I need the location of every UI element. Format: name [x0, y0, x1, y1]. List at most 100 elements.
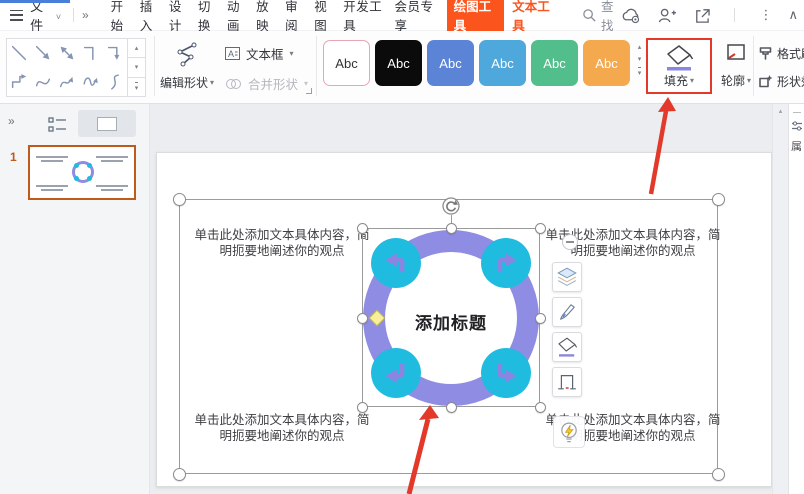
chevron-down-icon: ▾: [210, 78, 214, 87]
collapse-floating-toolbar-button[interactable]: [562, 234, 578, 250]
resize-handle-middle-left[interactable]: [357, 313, 368, 324]
resize-handle-top-right[interactable]: [535, 223, 546, 234]
menu-tab[interactable]: 设计: [169, 0, 191, 34]
shape-effects-icon: [758, 74, 773, 89]
quick-fill-button[interactable]: [552, 332, 582, 362]
diagonal-line-icon[interactable]: [7, 39, 31, 68]
outline-view-icon[interactable]: [47, 115, 68, 134]
style-scroll-down-button[interactable]: ▾: [638, 55, 642, 63]
search-control[interactable]: 查找: [582, 0, 620, 34]
gallery-scroll-up-button[interactable]: ▴: [127, 38, 146, 58]
file-caret-icon[interactable]: ˅: [56, 12, 61, 22]
shape-effects-button[interactable]: 形状效果 ▾: [758, 70, 804, 92]
shape-style-preset[interactable]: Abc: [427, 40, 474, 86]
menu-tab[interactable]: 开发工具: [343, 0, 387, 34]
curved-s-arrow-icon[interactable]: [79, 68, 103, 97]
merge-shapes-label: 合并形状: [248, 74, 298, 93]
hamburger-menu-icon[interactable]: [10, 10, 23, 21]
menu-tab[interactable]: 审阅: [285, 0, 307, 34]
resize-handle-bottom-left[interactable]: [357, 402, 368, 413]
edit-shape-button[interactable]: 编辑形状 ▾: [156, 38, 218, 98]
wps-presentation-window: 文件 ˅ » 开始插入设计切换动画放映审阅视图开发工具会员专享 绘图工具 文本工…: [0, 0, 804, 494]
smart-tip-button[interactable]: [553, 416, 585, 448]
style-scroll-up-button[interactable]: ▴: [638, 43, 642, 51]
resize-handle-middle-right[interactable]: [535, 313, 546, 324]
slide-number: 1: [10, 150, 17, 164]
shape-inner-selection-box[interactable]: [362, 228, 540, 407]
chevron-down-icon: ▾: [290, 49, 294, 58]
menu-tab[interactable]: 放映: [256, 0, 278, 34]
file-menu-button[interactable]: 文件: [30, 0, 53, 34]
search-label: 查找: [601, 0, 620, 34]
slide-view-button[interactable]: [78, 110, 136, 137]
invite-collaborator-icon[interactable]: [657, 7, 677, 24]
resize-handle-bottom-center[interactable]: [446, 402, 457, 413]
properties-icon[interactable]: [791, 120, 803, 132]
cloud-sync-icon[interactable]: [620, 7, 641, 24]
diagonal-double-arrow-icon[interactable]: [55, 39, 79, 68]
scroll-up-icon[interactable]: ▴: [779, 108, 783, 115]
merge-shapes-button-disabled[interactable]: 合并形状 ▾: [224, 74, 308, 93]
chevron-down-icon: ▾: [304, 79, 308, 88]
tab-text-tools[interactable]: 文本工具: [512, 0, 556, 34]
outline-button[interactable]: 轮廓 ▾: [714, 40, 758, 89]
text-box-label: 文本框: [246, 44, 284, 63]
lightbulb-icon: [555, 418, 583, 446]
gallery-more-button[interactable]: ▾: [127, 78, 146, 97]
menu-tab[interactable]: 切换: [198, 0, 220, 34]
layers-button[interactable]: [552, 262, 582, 292]
window-accent-line: [0, 0, 70, 3]
placeholder-text-top-left[interactable]: 单击此处添加文本具体内容，简 明扼要地阐述你的观点: [190, 227, 374, 259]
resize-handle-top-right[interactable]: [712, 193, 725, 206]
menu-tab[interactable]: 插入: [140, 0, 162, 34]
elbow-arrow-icon[interactable]: [103, 39, 127, 68]
text-box-button[interactable]: A 文本框 ▾: [224, 44, 294, 63]
format-painter-button[interactable]: 格式刷: [758, 42, 804, 64]
format-group: 格式刷 形状效果 ▾: [758, 42, 804, 98]
bent-double-arrow-icon[interactable]: [7, 68, 31, 97]
fill-button-highlighted[interactable]: 填充 ▾: [646, 38, 712, 94]
shape-style-preset[interactable]: Abc: [375, 40, 422, 86]
curve-icon[interactable]: [31, 68, 55, 97]
panel-expand-icon[interactable]: »: [8, 114, 15, 128]
more-options-icon[interactable]: ⋮: [759, 7, 772, 23]
dialog-launcher-icon[interactable]: [306, 88, 312, 94]
elbow-connector-icon[interactable]: [79, 39, 103, 68]
fill-bucket-icon: [664, 43, 694, 72]
quick-access-expand-icon[interactable]: »: [82, 8, 89, 22]
menubar-right-icons: ⋮ ∧: [620, 7, 800, 24]
tab-object-properties[interactable]: 属: [791, 138, 802, 154]
shape-style-preset[interactable]: Abc: [531, 40, 578, 86]
slide-panel: » 1: [0, 104, 150, 494]
share-icon[interactable]: [693, 7, 710, 24]
brush-style-button[interactable]: [552, 297, 582, 327]
resize-handle-top-left[interactable]: [357, 223, 368, 234]
menu-tab[interactable]: 开始: [111, 0, 133, 34]
style-more-button[interactable]: ▾: [638, 67, 642, 77]
quick-outline-button[interactable]: [552, 367, 582, 397]
vertical-scrollbar[interactable]: ▴: [772, 104, 788, 494]
search-icon: [582, 8, 597, 23]
s-curve-icon[interactable]: [103, 68, 127, 97]
menubar: 文件 ˅ » 开始插入设计切换动画放映审阅视图开发工具会员专享 绘图工具 文本工…: [0, 0, 804, 31]
shape-style-preset[interactable]: Abc: [479, 40, 526, 86]
resize-handle-bottom-left[interactable]: [173, 468, 186, 481]
menu-tab[interactable]: 动画: [227, 0, 249, 34]
collapse-ribbon-icon[interactable]: ∧: [788, 7, 798, 23]
resize-handle-top-left[interactable]: [173, 193, 186, 206]
shape-style-preset[interactable]: Abc: [583, 40, 630, 86]
rotate-handle[interactable]: [442, 197, 460, 215]
group-separator: [316, 36, 317, 96]
resize-handle-bottom-right[interactable]: [712, 468, 725, 481]
resize-handle-top-center[interactable]: [446, 223, 457, 234]
menu-tab[interactable]: 会员专享: [394, 0, 438, 34]
menu-tab[interactable]: 视图: [314, 0, 336, 34]
slide-view-icon: [97, 117, 117, 131]
curved-arrow-icon[interactable]: [55, 68, 79, 97]
diagonal-arrow-icon[interactable]: [31, 39, 55, 68]
shape-style-preset[interactable]: Abc: [323, 40, 370, 86]
placeholder-text-bottom-left[interactable]: 单击此处添加文本具体内容，简 明扼要地阐述你的观点: [190, 412, 374, 444]
gallery-scroll-down-button[interactable]: ▾: [127, 58, 146, 77]
slide-thumbnail-selected[interactable]: [28, 145, 136, 200]
resize-handle-bottom-right[interactable]: [535, 402, 546, 413]
